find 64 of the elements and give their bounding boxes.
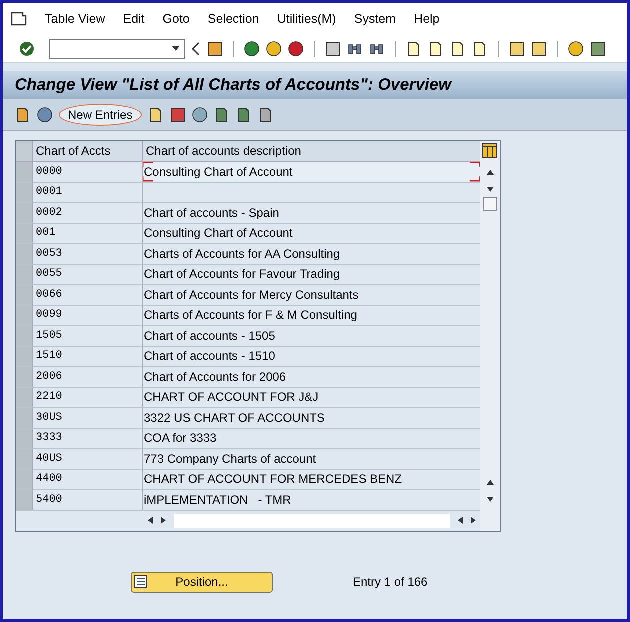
table-cell: 3333 <box>33 428 143 448</box>
table-cell: 5400 <box>33 490 143 510</box>
scroll-left-icon[interactable] <box>457 517 464 524</box>
table-cell[interactable]: Chart of accounts - 1505 <box>143 326 480 346</box>
screen-title: Change View "List of All Charts of Accounts": Overview <box>15 74 452 96</box>
table-cell: 2006 <box>33 367 143 386</box>
table-cell: 4400 <box>33 470 143 489</box>
table-cell[interactable]: CHART OF ACCOUNT FOR J&J <box>143 388 480 407</box>
table-cell[interactable]: Chart of Accounts for Favour Trading <box>143 264 480 284</box>
table-cell: 0002 <box>33 203 143 222</box>
scroll-thumb[interactable] <box>483 197 497 211</box>
scroll-up-icon[interactable] <box>486 478 494 486</box>
position-icon <box>134 575 148 589</box>
command-field[interactable] <box>49 38 185 58</box>
table-cell: 2210 <box>33 388 143 407</box>
table-cell[interactable]: Chart of accounts - Spain <box>143 203 480 222</box>
dropdown-icon[interactable] <box>172 46 180 51</box>
table-cell[interactable]: Chart of accounts - 1510 <box>143 346 480 366</box>
column-header[interactable]: Chart of Accts <box>33 141 143 161</box>
menu-item[interactable]: System <box>354 10 396 28</box>
table-cell[interactable]: Chart of Accounts for Mercy Consultants <box>143 285 480 304</box>
table-cell[interactable]: Consulting Chart of Account <box>143 224 480 243</box>
table-cell[interactable]: Consulting Chart of Account <box>143 162 480 182</box>
new-entries-button[interactable]: New Entries <box>59 104 142 126</box>
position-button[interactable]: Position... <box>131 572 273 592</box>
menu-item[interactable]: Goto <box>162 10 190 28</box>
checkmark-icon[interactable] <box>19 40 35 56</box>
scroll-down-icon[interactable] <box>486 496 494 502</box>
table-cell[interactable]: Chart of Accounts for 2006 <box>143 367 480 386</box>
page-icon[interactable] <box>406 40 422 56</box>
scroll-left-icon[interactable] <box>147 517 154 524</box>
horizontal-scrollbar[interactable] <box>174 514 450 528</box>
table-cell: 1505 <box>33 326 143 346</box>
table-cell: 0053 <box>33 244 143 264</box>
page-icon[interactable] <box>428 40 444 56</box>
scroll-right-icon[interactable] <box>160 517 167 524</box>
page-icon[interactable] <box>472 40 488 56</box>
table-cell: 0066 <box>33 285 143 304</box>
menu-item[interactable]: Selection <box>208 10 260 28</box>
table-cell: 30US <box>33 408 143 428</box>
scroll-right-icon[interactable] <box>470 517 477 524</box>
column-header[interactable]: Chart of accounts description <box>143 141 480 161</box>
table-cell: 0099 <box>33 306 143 325</box>
page-icon[interactable] <box>450 40 466 56</box>
table-cell: 001 <box>33 224 143 243</box>
menu-item[interactable]: Table View <box>45 10 106 28</box>
table-cell[interactable]: 3322 US CHART OF ACCOUNTS <box>143 408 480 428</box>
entry-count: Entry 1 of 166 <box>353 574 428 591</box>
menu-item[interactable]: Edit <box>123 10 145 28</box>
table-cell[interactable]: iMPLEMENTATION - TMR <box>143 490 480 510</box>
table-cell: 0055 <box>33 264 143 284</box>
table-cell: 1510 <box>33 346 143 366</box>
table-cell: 40US <box>33 449 143 468</box>
menu-item[interactable]: Help <box>414 10 440 28</box>
scroll-up-icon[interactable] <box>486 169 494 176</box>
scroll-down-icon[interactable] <box>486 186 494 193</box>
menu-item[interactable]: Utilities(M) <box>277 10 336 28</box>
table-cell[interactable]: Charts of Accounts for F & M Consulting <box>143 306 480 325</box>
column-settings-icon[interactable] <box>482 143 498 159</box>
table-cell: 0001 <box>33 182 143 202</box>
table-cell[interactable]: CHART OF ACCOUNT FOR MERCEDES BENZ <box>143 470 480 489</box>
table-cell[interactable]: COA for 3333 <box>143 428 480 448</box>
table-cell[interactable]: 773 Company Charts of account <box>143 449 480 468</box>
table-cell[interactable]: Charts of Accounts for AA Consulting <box>143 244 480 264</box>
